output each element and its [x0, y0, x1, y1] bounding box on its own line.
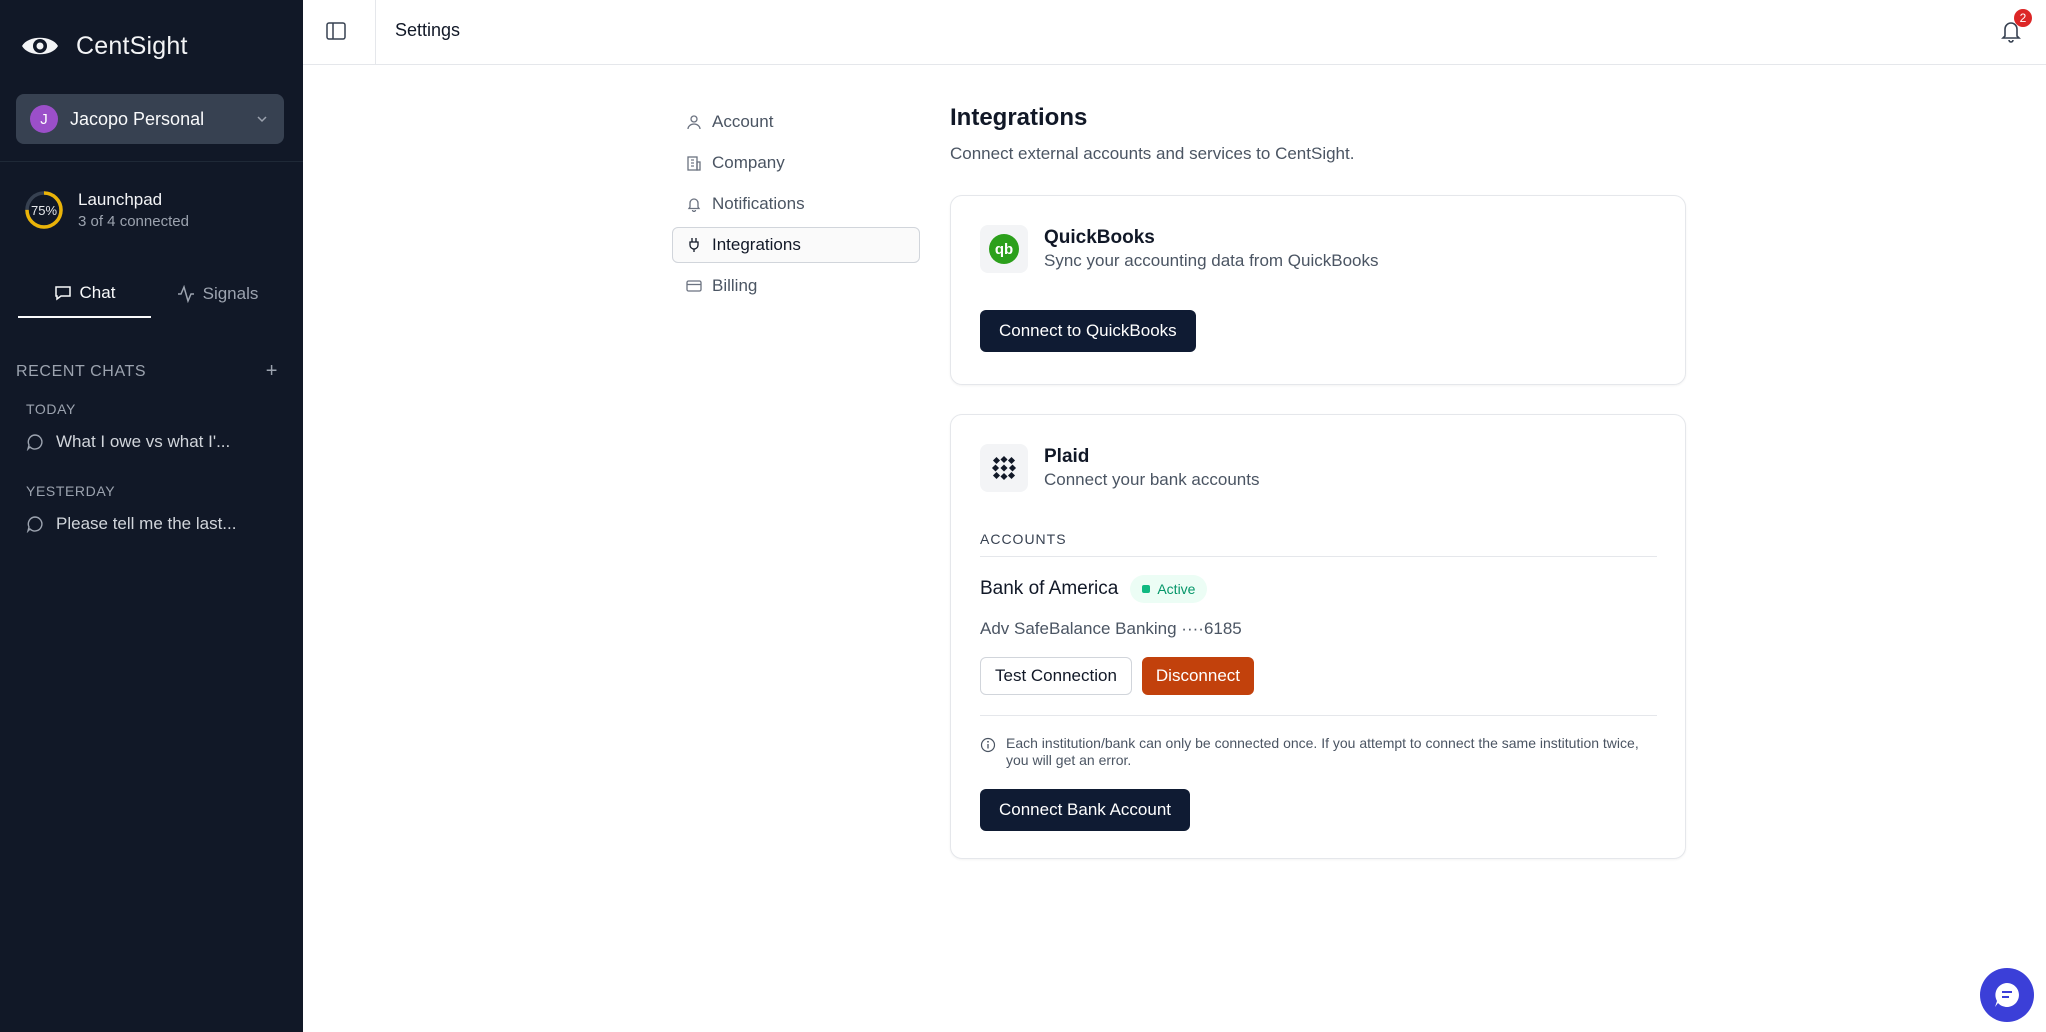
launchpad[interactable]: 75% Launchpad 3 of 4 connected	[24, 190, 189, 230]
bank-actions: Test Connection Disconnect	[980, 657, 1255, 695]
accounts-label: ACCOUNTS	[980, 531, 1067, 547]
activity-icon	[177, 285, 194, 303]
nav-item-notifications[interactable]: Notifications	[672, 186, 920, 222]
top-bar: Settings 2	[303, 0, 2046, 65]
status-text: Active	[1157, 581, 1196, 597]
workspace-name: Jacopo Personal	[70, 108, 205, 129]
quickbooks-icon: qb	[989, 234, 1019, 264]
building-icon	[687, 156, 701, 171]
sidebar-divider	[0, 161, 303, 162]
bank-account-line: Adv SafeBalance Banking ····6185	[980, 619, 1242, 638]
nav-item-label: Billing	[712, 276, 758, 295]
nav-item-billing[interactable]: Billing	[672, 268, 920, 304]
status-badge: Active	[1130, 575, 1208, 603]
tab-signals-label: Signals	[202, 284, 259, 303]
support-chat-icon	[1995, 983, 2019, 1007]
plaid-card-header: Plaid Connect your bank accounts	[980, 444, 1259, 492]
nav-item-label: Account	[712, 112, 774, 131]
chat-bubble-icon	[54, 286, 71, 301]
info-icon	[980, 737, 996, 753]
new-chat-plus-icon[interactable]: +	[266, 360, 278, 383]
tab-chat[interactable]: Chat	[18, 282, 151, 318]
recent-chats-header: RECENT CHATS +	[16, 360, 278, 383]
bell-icon	[687, 198, 701, 212]
plug-icon	[689, 238, 699, 252]
test-connection-button[interactable]: Test Connection	[980, 657, 1132, 695]
brand-name: CentSight	[76, 31, 188, 60]
chevron-down-icon	[257, 116, 267, 123]
sidebar-tabs: Chat Signals	[18, 282, 284, 318]
credit-card-icon	[686, 280, 702, 292]
launchpad-progress-ring: 75%	[24, 190, 64, 230]
plaid-description: Connect your bank accounts	[1044, 470, 1260, 489]
nav-item-integrations[interactable]: Integrations	[672, 227, 920, 263]
launchpad-title: Launchpad	[78, 190, 163, 209]
tab-chat-label: Chat	[79, 283, 116, 302]
launchpad-progress-label: 75%	[30, 202, 58, 218]
status-dot-icon	[1142, 585, 1151, 593]
topbar-separator	[375, 0, 376, 65]
chat-support-button[interactable]	[1980, 968, 2034, 1022]
quickbooks-card-header: qb QuickBooks Sync your accounting data …	[980, 225, 1379, 273]
integrations-panel: Integrations Connect external accounts a…	[950, 104, 1686, 859]
plaid-card: Plaid Connect your bank accounts ACCOUNT…	[950, 414, 1686, 859]
svg-text:qb: qb	[995, 241, 1013, 258]
plaid-logo	[980, 444, 1028, 492]
connect-bank-account-button[interactable]: Connect Bank Account	[980, 789, 1191, 831]
sidebar-toggle-icon[interactable]	[325, 20, 347, 42]
launchpad-subtitle: 3 of 4 connected	[78, 213, 189, 230]
chat-title: Please tell me the last...	[56, 514, 237, 533]
bank-account-row: Bank of America Active	[980, 575, 1208, 603]
eye-logo-icon	[22, 37, 58, 55]
quickbooks-description: Sync your accounting data from QuickBook…	[1044, 251, 1379, 270]
nav-item-label: Integrations	[712, 235, 801, 254]
plaid-title: Plaid	[1044, 446, 1090, 467]
connection-note: Each institution/bank can only be connec…	[980, 735, 1657, 769]
workspace-avatar: J	[30, 105, 58, 133]
accounts-divider	[980, 556, 1657, 557]
plaid-icon	[991, 455, 1017, 481]
note-text: Each institution/bank can only be connec…	[1006, 735, 1639, 768]
chat-group-label: YESTERDAY	[26, 483, 116, 499]
section-title: Integrations	[950, 104, 1088, 131]
tab-signals[interactable]: Signals	[151, 282, 284, 318]
disconnect-button[interactable]: Disconnect	[1141, 657, 1255, 695]
nav-item-label: Notifications	[712, 194, 805, 213]
nav-item-company[interactable]: Company	[672, 145, 920, 181]
connect-quickbooks-button[interactable]: Connect to QuickBooks	[980, 310, 1196, 352]
nav-item-label: Company	[712, 153, 785, 172]
note-divider	[980, 715, 1657, 716]
section-subtitle: Connect external accounts and services t…	[950, 144, 1355, 163]
quickbooks-logo: qb	[980, 225, 1028, 273]
quickbooks-card: qb QuickBooks Sync your accounting data …	[950, 195, 1686, 385]
chat-group-label: TODAY	[26, 401, 76, 417]
notification-badge: 2	[2014, 9, 2032, 27]
chat-list-item[interactable]: Please tell me the last...	[26, 514, 286, 534]
quickbooks-title: QuickBooks	[1044, 227, 1155, 248]
chat-list-item[interactable]: What I owe vs what I'...	[26, 432, 286, 452]
page-title: Settings	[395, 20, 461, 40]
sidebar: CentSight J Jacopo Personal 75% Launchpa…	[0, 0, 303, 1032]
workspace-switcher[interactable]: J Jacopo Personal	[16, 94, 284, 144]
chat-bubble-icon	[26, 434, 43, 451]
brand[interactable]: CentSight	[20, 28, 188, 64]
chat-bubble-icon	[26, 516, 43, 533]
settings-nav: Account Company Notifications Integratio…	[672, 104, 920, 309]
recent-chats-heading: RECENT CHATS	[16, 362, 147, 380]
chat-title: What I owe vs what I'...	[56, 432, 231, 451]
nav-item-account[interactable]: Account	[672, 104, 920, 140]
bank-name: Bank of America	[980, 578, 1119, 599]
user-icon	[687, 115, 701, 130]
